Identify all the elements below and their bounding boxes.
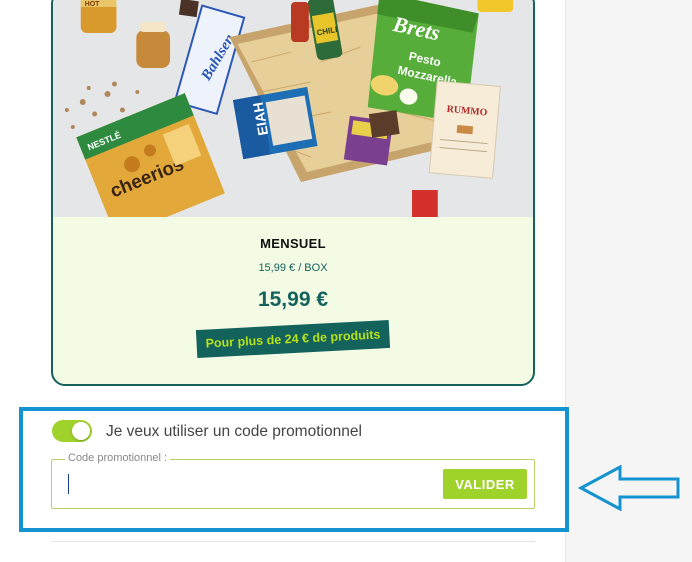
promo-code-input[interactable]	[66, 472, 386, 496]
promo-toggle[interactable]	[52, 420, 92, 442]
hot-label: HOT	[85, 1, 100, 8]
promo-code-field: Code promotionnel : VALIDER	[51, 452, 535, 509]
plan-name: MENSUEL	[260, 236, 326, 251]
promo-code-label: Code promotionnel :	[65, 452, 171, 464]
plan-price: 15,99 €	[257, 288, 329, 311]
plan-ribbon: Pour plus de 24 € de produits	[195, 319, 391, 359]
toggle-knob	[72, 422, 90, 440]
section-divider	[51, 541, 535, 542]
validate-button[interactable]: VALIDER	[443, 469, 527, 499]
arrow-left-icon	[578, 465, 680, 511]
subscription-card[interactable]: HOT Bahlsen CHILI Brets Pesto Mozzarella…	[51, 0, 535, 386]
text-cursor	[68, 474, 69, 494]
promo-toggle-label: Je veux utiliser un code promotionnel	[106, 423, 362, 440]
plan-unit-price: 15,99 € / BOX	[258, 262, 328, 274]
product-box-image: HOT Bahlsen CHILI Brets Pesto Mozzarella…	[53, 0, 533, 217]
